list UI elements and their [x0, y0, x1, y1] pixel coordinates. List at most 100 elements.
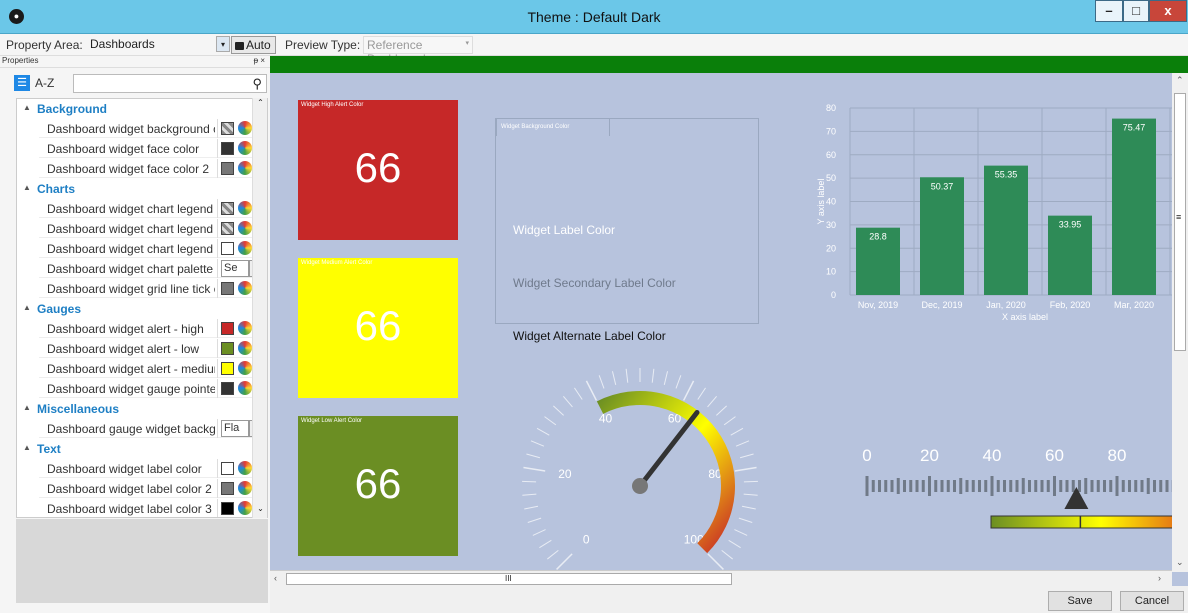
close-icon: x — [1164, 3, 1172, 18]
property-row[interactable]: Dashboard widget face color 2 — [39, 159, 254, 178]
gauge-tick — [730, 427, 744, 436]
color-swatch[interactable] — [221, 222, 234, 235]
color-palette-icon[interactable] — [238, 161, 252, 175]
color-swatch[interactable] — [221, 462, 234, 475]
color-swatch[interactable] — [221, 362, 234, 375]
property-row[interactable]: Dashboard widget label color 2 — [39, 479, 254, 498]
scrollbar-thumb[interactable]: III — [286, 573, 732, 585]
color-palette-icon[interactable] — [238, 201, 252, 215]
property-row[interactable]: Dashboard widget chart paletteSe▼ — [39, 259, 261, 278]
category-text[interactable]: ▲ Text — [17, 439, 254, 458]
gauge-cap — [632, 478, 648, 494]
maximize-button[interactable]: □ — [1123, 0, 1149, 22]
color-swatch[interactable] — [221, 122, 234, 135]
color-palette-icon[interactable] — [238, 381, 252, 395]
color-swatch[interactable] — [221, 242, 234, 255]
property-row[interactable]: Dashboard widget background color — [39, 119, 254, 138]
gauge-tick — [526, 453, 541, 459]
property-row[interactable]: Dashboard widget chart legend border — [39, 219, 254, 238]
property-row[interactable]: Dashboard widget gauge pointer color — [39, 379, 254, 398]
scroll-left-icon[interactable]: ‹ — [274, 573, 277, 583]
linear-tick — [984, 480, 988, 492]
color-swatch[interactable] — [221, 482, 234, 495]
linear-tick — [1146, 478, 1150, 494]
gauge-tick — [530, 440, 545, 447]
color-palette-icon[interactable] — [238, 221, 252, 235]
categorized-view-button[interactable]: ☰ — [14, 75, 30, 91]
gauge-tick — [544, 416, 557, 426]
property-search-input[interactable]: ⚲ — [73, 74, 267, 93]
minimize-button[interactable]: – — [1095, 0, 1123, 22]
scroll-down-icon[interactable]: ⌄ — [1176, 557, 1184, 568]
property-select[interactable]: Se — [221, 260, 249, 277]
property-grid-scrollbar[interactable]: ⌃ ⌄ — [252, 98, 267, 518]
color-palette-icon[interactable] — [238, 241, 252, 255]
property-row[interactable]: Dashboard widget face color — [39, 139, 254, 158]
color-palette-icon[interactable] — [238, 341, 252, 355]
color-palette-icon[interactable] — [238, 121, 252, 135]
color-swatch[interactable] — [221, 202, 234, 215]
category-miscellaneous[interactable]: ▲ Miscellaneous — [17, 399, 254, 418]
scrollbar-thumb[interactable]: ≡ — [1174, 93, 1186, 351]
linear-tick — [1128, 480, 1131, 492]
tab-widget-background[interactable]: Widget Background Color — [496, 118, 610, 136]
linear-tick — [1046, 480, 1050, 492]
property-row[interactable]: Dashboard widget alert - medium — [39, 359, 254, 378]
auto-toggle-button[interactable]: Auto — [231, 36, 276, 54]
preview-horizontal-scrollbar[interactable]: ‹ III › — [270, 570, 1172, 586]
property-area-select[interactable]: Dashboards ▾ — [87, 36, 230, 54]
color-palette-icon[interactable] — [238, 281, 252, 295]
linear-tick — [903, 480, 906, 492]
property-row[interactable]: Dashboard widget chart legend text — [39, 239, 254, 258]
collapse-icon[interactable]: ▲ — [23, 403, 31, 412]
x-tick-label: Mar, 2020 — [1114, 300, 1154, 310]
color-swatch[interactable] — [221, 322, 234, 335]
color-palette-icon[interactable] — [238, 501, 252, 515]
preview-type-select[interactable]: Reference Dashboard ▾ — [363, 36, 473, 66]
color-palette-icon[interactable] — [238, 461, 252, 475]
color-swatch[interactable] — [221, 142, 234, 155]
color-swatch[interactable] — [221, 282, 234, 295]
property-select[interactable]: Fla — [221, 420, 249, 437]
linear-tick — [1134, 480, 1138, 492]
property-row[interactable]: Dashboard widget chart legend background — [39, 199, 254, 218]
category-background[interactable]: ▲ Background — [17, 99, 254, 118]
collapse-icon[interactable]: ▲ — [23, 103, 31, 112]
color-swatch[interactable] — [221, 382, 234, 395]
property-row[interactable]: Dashboard widget grid line tick color — [39, 279, 254, 298]
gauge-tick — [735, 440, 750, 447]
color-swatch[interactable] — [221, 502, 234, 515]
color-palette-icon[interactable] — [238, 361, 252, 375]
linear-tick — [953, 480, 956, 492]
color-palette-icon[interactable] — [238, 141, 252, 155]
collapse-icon[interactable]: ▲ — [23, 183, 31, 192]
gauge-tick — [539, 539, 552, 549]
property-row[interactable]: Dashboard widget label color — [39, 459, 254, 478]
cancel-button[interactable]: Cancel — [1120, 591, 1184, 611]
collapse-icon[interactable]: ▲ — [23, 443, 31, 452]
category-charts[interactable]: ▲ Charts — [17, 179, 254, 198]
property-row[interactable]: Dashboard widget label color 3 — [39, 499, 254, 517]
y-tick-label: 30 — [826, 220, 836, 230]
minimize-icon: – — [1105, 3, 1113, 18]
color-swatch[interactable] — [221, 342, 234, 355]
preview-vertical-scrollbar[interactable]: ⌃ ≡ ⌄ — [1172, 73, 1188, 572]
color-palette-icon[interactable] — [238, 481, 252, 495]
category-gauges[interactable]: ▲ Gauges — [17, 299, 254, 318]
color-swatch[interactable] — [221, 162, 234, 175]
az-sort-button[interactable]: A-Z — [35, 76, 54, 90]
scroll-down-icon[interactable]: ⌄ — [253, 504, 268, 518]
scroll-up-icon[interactable]: ⌃ — [1176, 75, 1184, 86]
pin-close-icon[interactable]: ᵽ × — [254, 56, 265, 65]
property-row[interactable]: Dashboard widget alert - high — [39, 319, 254, 338]
close-button[interactable]: x — [1149, 0, 1187, 22]
gauge-tick — [536, 427, 550, 436]
color-palette-icon[interactable] — [238, 321, 252, 335]
property-row[interactable]: Dashboard gauge widget backgroundFla▼ — [39, 419, 261, 438]
save-button[interactable]: Save — [1048, 591, 1112, 611]
property-row[interactable]: Dashboard widget alert - low — [39, 339, 254, 358]
collapse-icon[interactable]: ▲ — [23, 303, 31, 312]
chevron-down-icon[interactable]: ▾ — [216, 36, 230, 52]
scroll-right-icon[interactable]: › — [1158, 573, 1161, 583]
scroll-up-icon[interactable]: ⌃ — [253, 98, 268, 112]
